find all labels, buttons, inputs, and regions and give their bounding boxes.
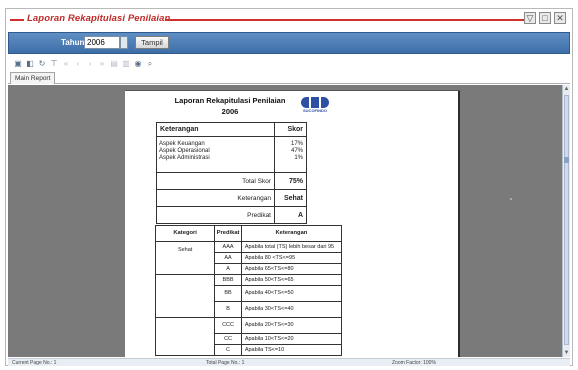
year-input[interactable]: 2006 [84, 36, 120, 49]
refresh-icon[interactable]: ↻ [38, 59, 46, 68]
kategori-cell: Sehat [154, 241, 216, 275]
keterangan-cell: Apabila 20<TS<=30 [240, 317, 343, 334]
show-button[interactable]: Tampil [135, 36, 169, 49]
predikat-cell: C [214, 344, 242, 356]
keterangan-cell: Apabila 40<TS<=50 [240, 285, 343, 302]
page-layout-icon[interactable]: ▥ [122, 59, 130, 68]
predikat-cell: CC [214, 333, 242, 345]
keterangan-cell: Apabila total (TS) lebih besar dari 95 [240, 241, 343, 253]
page-setup-icon[interactable]: ▤ [110, 59, 118, 68]
keterangan-value: Sehat [274, 189, 307, 207]
current-page-status: Current Page No.: 1 [12, 360, 57, 366]
predikat-cell: B [214, 301, 242, 318]
aspect-value: 17% [290, 141, 303, 147]
aspect-label: Aspek Administrasi [159, 155, 210, 161]
predikat-value: A [274, 206, 307, 224]
aspect-label: Aspek Keuangan [159, 141, 205, 147]
zoom-icon[interactable]: ◉ [134, 59, 142, 68]
sucofindo-logo: SUCOFINDO [297, 97, 333, 113]
keterangan-cell: Apabila 10<TS<=20 [240, 333, 343, 345]
page-top-rule [125, 90, 460, 91]
tab-strip: Main Report [8, 72, 570, 84]
status-bar: Current Page No.: 1 Total Page No.: 1 Zo… [8, 358, 570, 366]
report-viewer: Laporan Rekapitulasi Penilaian 2006 SUCO… [8, 85, 570, 357]
predikat-cell: A [214, 263, 242, 275]
scroll-grip-icon [564, 157, 569, 163]
summary-header-skor: Skor [274, 122, 307, 137]
next-page-icon[interactable]: › [86, 59, 94, 68]
predikat-cell: CCC [214, 317, 242, 334]
title-decoration-right [166, 19, 534, 21]
total-page-status: Total Page No.: 1 [206, 360, 245, 366]
kategori-cell [154, 317, 216, 356]
criteria-header-keterangan: Keterangan [240, 225, 343, 242]
total-skor-label: Total Skor [156, 172, 275, 190]
tree-icon[interactable]: ⊤ [50, 59, 58, 68]
print-icon[interactable]: ▣ [14, 59, 22, 68]
predikat-cell: AAA [214, 241, 242, 253]
aspect-value: 47% [290, 148, 303, 154]
year-label: Tahun [61, 38, 85, 47]
summary-table: Keterangan Skor Aspek Keuangan Aspek Ope… [156, 122, 307, 224]
predikat-label: Predikat [156, 206, 275, 224]
window-title: Laporan Rekapitulasi Penilaian [27, 13, 171, 24]
scroll-up-icon[interactable]: ▲ [563, 85, 570, 93]
criteria-table: Kategori Predikat Keterangan Sehat AAA A… [154, 225, 343, 356]
title-decoration-left [10, 19, 24, 21]
keterangan-cell: Apabila 80 <TS<=95 [240, 252, 343, 264]
year-spinner[interactable] [120, 36, 128, 49]
kategori-cell [154, 274, 216, 318]
window-controls: ▽ □ ✕ [524, 12, 566, 24]
report-title: Laporan Rekapitulasi Penilaian 2006 [165, 95, 295, 117]
predikat-cell: BB [214, 285, 242, 302]
maximize-button[interactable]: □ [539, 12, 551, 24]
tab-main-report[interactable]: Main Report [10, 72, 56, 84]
aspect-label: Aspek Operasional [159, 148, 210, 154]
scroll-down-icon[interactable]: ▼ [563, 349, 570, 357]
prev-page-icon[interactable]: ‹ [74, 59, 82, 68]
report-toolbar: ▣ ◧ ↻ ⊤ « ‹ › » ▤ ▥ ◉ ⌕ [8, 56, 570, 71]
report-title-line1: Laporan Rekapitulasi Penilaian [174, 96, 286, 105]
close-button[interactable]: ✕ [554, 12, 566, 24]
keterangan-cell: Apabila 50<TS<=65 [240, 274, 343, 286]
filter-bar: Tahun 2006 Tampil [8, 32, 570, 54]
scroll-thumb[interactable] [564, 95, 569, 345]
keterangan-cell: Apabila 30<TS<=40 [240, 301, 343, 318]
report-window: Laporan Rekapitulasi Penilaian ▽ □ ✕ Tah… [5, 8, 573, 366]
page-speck [510, 198, 512, 200]
total-skor-value: 75% [274, 172, 307, 190]
predikat-cell: BBB [214, 274, 242, 286]
logo-text: SUCOFINDO [303, 108, 327, 113]
zoom-status: Zoom Factor: 100% [392, 360, 436, 366]
criteria-header-predikat: Predikat [214, 225, 242, 242]
report-title-year: 2006 [221, 107, 239, 116]
logo-globe-icon [301, 97, 329, 108]
report-page: Laporan Rekapitulasi Penilaian 2006 SUCO… [125, 90, 512, 357]
minimize-button[interactable]: ▽ [524, 12, 536, 24]
aspect-value: 1% [294, 155, 303, 161]
search-icon[interactable]: ⌕ [146, 59, 154, 69]
aspect-labels: Aspek Keuangan Aspek Operasional Aspek A… [156, 136, 275, 173]
title-bar: Laporan Rekapitulasi Penilaian ▽ □ ✕ [6, 9, 572, 29]
summary-header-keterangan: Keterangan [156, 122, 275, 137]
export-icon[interactable]: ◧ [26, 59, 34, 68]
predikat-cell: AA [214, 252, 242, 264]
aspect-values: 17% 47% 1% [274, 136, 307, 173]
first-page-icon[interactable]: « [62, 59, 70, 68]
last-page-icon[interactable]: » [98, 59, 106, 68]
keterangan-label: Keterangan [156, 189, 275, 207]
keterangan-cell: Apabila TS<=10 [240, 344, 343, 356]
keterangan-cell: Apabila 65<TS<=80 [240, 263, 343, 275]
vertical-scrollbar[interactable]: ▲ ▼ [562, 85, 570, 357]
criteria-header-kategori: Kategori [154, 225, 216, 242]
